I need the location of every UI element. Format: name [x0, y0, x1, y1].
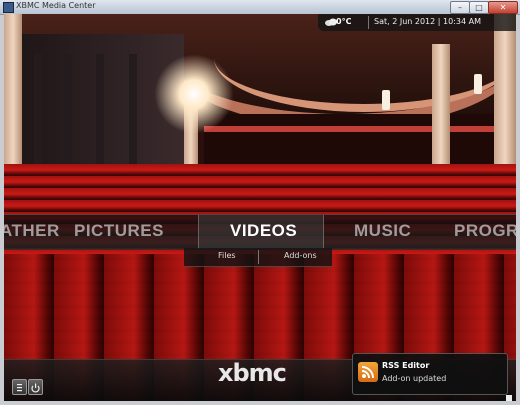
- notification-message: Add-on updated: [382, 374, 447, 383]
- menu-item-pictures[interactable]: PICTURES: [74, 221, 164, 241]
- backdrop-wall-light: [474, 74, 482, 94]
- date-time: Sat, 2 Jun 2012 | 10:34 AM: [374, 17, 481, 26]
- power-symbol-icon: [31, 383, 40, 393]
- submenu-item-addons[interactable]: Add-ons: [284, 251, 317, 260]
- submenu-item-files[interactable]: Files: [218, 251, 236, 260]
- backdrop-stage-rim: [204, 126, 494, 132]
- header-bar: 0°C Sat, 2 Jun 2012 | 10:34 AM: [318, 14, 516, 31]
- menu-icon[interactable]: [12, 379, 27, 395]
- app-window: XBMC Media Center – □ ✕ 0°C Sat, 2 Jun 2…: [0, 0, 520, 405]
- close-button[interactable]: ✕: [488, 1, 518, 14]
- home-screen: 0°C Sat, 2 Jun 2012 | 10:34 AM ATHER PIC…: [4, 14, 516, 401]
- rss-status-icon: [506, 395, 512, 401]
- menu-item-weather[interactable]: ATHER: [4, 221, 60, 241]
- window-title: XBMC Media Center: [16, 1, 96, 10]
- rss-icon: [358, 362, 378, 382]
- backdrop-light: [154, 54, 234, 134]
- list-icon: [17, 384, 22, 392]
- title-bar: XBMC Media Center – □ ✕: [0, 0, 520, 15]
- xbmc-logo: xbmc: [218, 359, 287, 387]
- app-icon: [3, 2, 14, 13]
- submenu-divider: [258, 250, 259, 264]
- maximize-button[interactable]: □: [469, 1, 489, 14]
- menu-item-music[interactable]: MUSIC: [354, 221, 411, 241]
- backdrop-wall-light: [382, 90, 390, 110]
- temperature: 0°C: [336, 17, 352, 26]
- main-menu: ATHER PICTURES VIDEOS MUSIC PROGRA: [4, 214, 516, 250]
- sub-menu: Files Add-ons: [184, 248, 332, 267]
- menu-item-programs[interactable]: PROGRA: [454, 221, 516, 241]
- menu-item-videos[interactable]: VIDEOS: [230, 221, 297, 241]
- power-icon[interactable]: [28, 379, 43, 395]
- notification-title: RSS Editor: [382, 361, 430, 370]
- notification-toast: RSS Editor Add-on updated: [352, 353, 508, 395]
- header-divider: [368, 16, 369, 29]
- minimize-button[interactable]: –: [450, 1, 470, 14]
